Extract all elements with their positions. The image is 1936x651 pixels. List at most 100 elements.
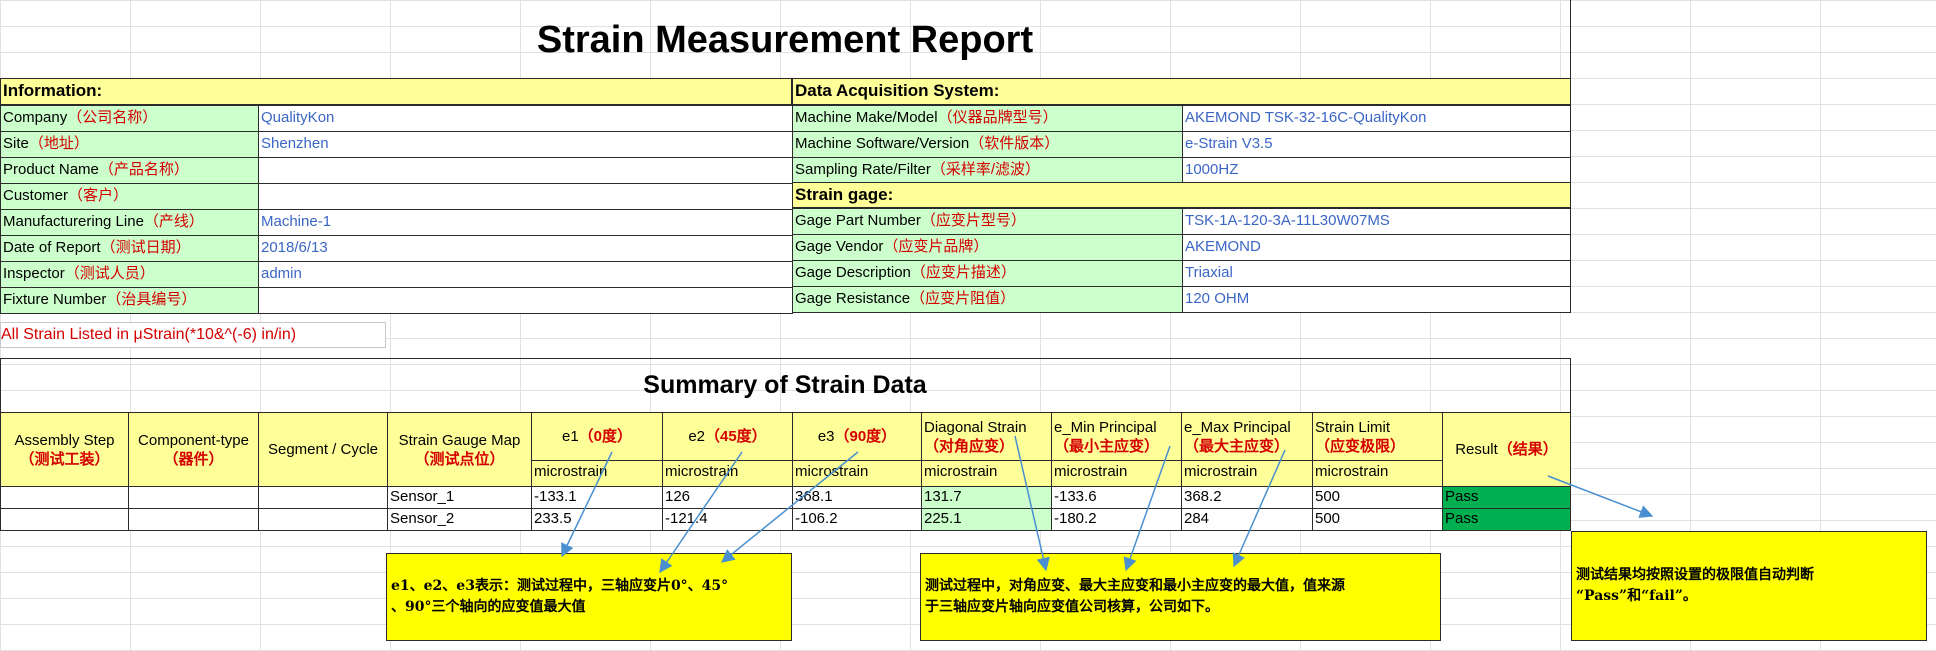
data-cell-e3[interactable]: 368.1 [792, 486, 922, 509]
data-cell-limit[interactable]: 500 [1312, 508, 1443, 531]
info-label-row-2: Product Name（产品名称） [0, 157, 259, 184]
column-header-en: e_Max Principal [1184, 418, 1291, 436]
data-cell-diagonal[interactable]: 131.7 [921, 486, 1052, 509]
info-label-cn: （产线） [143, 213, 204, 230]
data-cell-result[interactable]: Pass [1442, 508, 1571, 531]
daq-header: Data Acquisition System: [792, 78, 1571, 105]
note-axial-strain: e1、e2、e3表示：测试过程中，三轴应变片0°、45° 、90°三个轴向的应变… [386, 553, 792, 641]
data-cell-e2[interactable]: 126 [662, 486, 793, 509]
gage-label-row-0: Gage Part Number（应变片型号） [792, 208, 1183, 235]
column-header-text: e2（45度） [688, 427, 766, 446]
data-cell-e2[interactable]: -121.4 [662, 508, 793, 531]
column-header-cn: （对角应变） [924, 437, 1015, 455]
info-header: Information: [0, 78, 792, 105]
info-label-row-0: Company（公司名称） [0, 105, 259, 132]
summary-title: Summary of Strain Data [643, 371, 927, 399]
info-value-2[interactable] [258, 157, 793, 184]
gage-label-row-3: Gage Resistance（应变片阻值） [792, 286, 1183, 313]
column-header-e1: e1（0度） [531, 412, 663, 461]
data-cell-assembly[interactable] [0, 508, 129, 531]
data-cell-emax[interactable]: 368.2 [1181, 486, 1313, 509]
column-header-en: Diagonal Strain [924, 418, 1027, 436]
unit-cell-diagonal: microstrain [921, 460, 1052, 487]
column-header-text: e_Min Principal （最小主应变） [1054, 418, 1159, 456]
info-label-en: Product Name [3, 161, 99, 178]
data-cell-limit[interactable]: 500 [1312, 486, 1443, 509]
info-value-1[interactable]: Shenzhen [258, 131, 793, 158]
title-border [1570, 0, 1571, 80]
info-label-en: Site [3, 135, 29, 152]
column-header-cn: （器件） [163, 450, 224, 468]
gage-label-cn: （应变片描述） [910, 264, 1016, 281]
daq-label-cn: （软件版本） [969, 135, 1060, 152]
column-header-en: Result [1455, 441, 1498, 458]
info-value-4[interactable]: Machine-1 [258, 209, 793, 236]
daq-label-cn: （仪器品牌型号） [937, 109, 1058, 126]
data-cell-e3[interactable]: -106.2 [792, 508, 922, 531]
data-cell-component[interactable] [128, 486, 259, 509]
info-value-3[interactable] [258, 183, 793, 210]
info-label-cn: （客户） [68, 187, 129, 204]
column-header-text: Strain Limit （应变极限） [1315, 418, 1405, 456]
units-note: All Strain Listed in μStrain(*10&^(-6) i… [1, 326, 297, 343]
column-header-cn: （90度） [834, 428, 897, 445]
data-cell-diagonal[interactable]: 225.1 [921, 508, 1052, 531]
daq-label-row-2: Sampling Rate/Filter（采样率/滤波） [792, 157, 1183, 184]
data-cell-component[interactable] [128, 508, 259, 531]
daq-label-row-1: Machine Software/Version（软件版本） [792, 131, 1183, 158]
info-value-6[interactable]: admin [258, 261, 793, 288]
column-header-text: Result（结果） [1455, 440, 1558, 459]
column-header-e3: e3（90度） [792, 412, 922, 461]
column-header-assembly: Assembly Step （测试工装） [0, 412, 129, 487]
gage-value-0[interactable]: TSK-1A-120-3A-11L30W07MS [1182, 208, 1571, 235]
info-value-0[interactable]: QualityKon [258, 105, 793, 132]
gage-value-1[interactable]: AKEMOND [1182, 234, 1571, 261]
unit-cell-e2: microstrain [662, 460, 793, 487]
unit-cell-emax: microstrain [1181, 460, 1313, 487]
data-cell-emax[interactable]: 284 [1181, 508, 1313, 531]
data-cell-assembly[interactable] [0, 486, 129, 509]
data-cell-e1[interactable]: -133.1 [531, 486, 663, 509]
gage-label-en: Gage Part Number [795, 212, 921, 229]
info-label-en: Manufacturering Line [3, 213, 144, 230]
gage-value-3[interactable]: 120 OHM [1182, 286, 1571, 313]
info-value-7[interactable] [258, 287, 793, 314]
data-cell-e1[interactable]: 233.5 [531, 508, 663, 531]
data-cell-emin[interactable]: -133.6 [1051, 486, 1182, 509]
daq-value-1[interactable]: e-Strain V3.5 [1182, 131, 1571, 158]
info-value-5[interactable]: 2018/6/13 [258, 235, 793, 262]
column-header-cn: （0度） [578, 428, 633, 445]
data-cell-result[interactable]: Pass [1442, 486, 1571, 509]
note-result-text: 测试结果均按照设置的极限值自动判断 “Pass”和“fail”。 [1576, 567, 1814, 604]
column-header-en: e_Min Principal [1054, 418, 1157, 436]
column-header-component: Component-type （器件） [128, 412, 259, 487]
info-label-cn: （测试日期） [100, 239, 191, 256]
data-cell-segment[interactable] [258, 486, 388, 509]
note-principal-strain: 测试过程中，对角应变、最大主应变和最小主应变的最大值，值来源 于三轴应变片轴向应… [920, 553, 1441, 641]
column-header-en: Component-type [138, 431, 249, 449]
note-principal-text: 测试过程中，对角应变、最大主应变和最小主应变的最大值，值来源 于三轴应变片轴向应… [925, 578, 1345, 615]
column-header-text: Strain Gauge Map （测试点位） [399, 431, 521, 469]
info-label-en: Fixture Number [3, 291, 107, 308]
column-header-cn: （45度） [705, 428, 767, 445]
daq-value-0[interactable]: AKEMOND TSK-32-16C-QualityKon [1182, 105, 1571, 132]
unit-cell-limit: microstrain [1312, 460, 1443, 487]
column-header-text: e1（0度） [562, 427, 632, 446]
info-label-cn: （测试人员） [64, 265, 155, 282]
data-cell-sensor[interactable]: Sensor_1 [387, 486, 532, 509]
info-label-row-5: Date of Report（测试日期） [0, 235, 259, 262]
daq-label-en: Sampling Rate/Filter [795, 161, 931, 178]
data-cell-sensor[interactable]: Sensor_2 [387, 508, 532, 531]
data-cell-emin[interactable]: -180.2 [1051, 508, 1182, 531]
column-header-text: Diagonal Strain （对角应变） [924, 418, 1027, 456]
daq-value-2[interactable]: 1000HZ [1182, 157, 1571, 184]
gage-header: Strain gage: [792, 182, 1571, 208]
column-header-cn: （测试点位） [414, 450, 505, 468]
note-axial-text: e1、e2、e3表示：测试过程中，三轴应变片0°、45° 、90°三个轴向的应变… [391, 578, 729, 615]
gage-label-row-1: Gage Vendor（应变片品牌） [792, 234, 1183, 261]
gage-label-en: Gage Vendor [795, 238, 884, 255]
data-cell-segment[interactable] [258, 508, 388, 531]
unit-cell-e1: microstrain [531, 460, 663, 487]
column-header-en: Assembly Step [14, 431, 115, 449]
gage-value-2[interactable]: Triaxial [1182, 260, 1571, 287]
